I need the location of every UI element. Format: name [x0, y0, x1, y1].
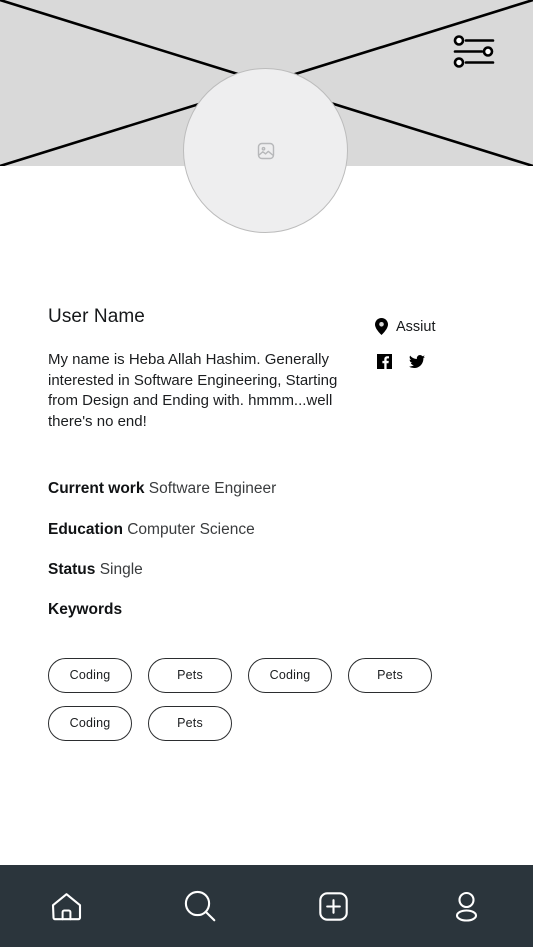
- nav-item-profile[interactable]: [400, 865, 533, 947]
- info-row: Education Computer Science: [48, 520, 485, 540]
- image-placeholder-icon: [257, 142, 274, 159]
- profile-bio: My name is Heba Allah Hashim. Generally …: [48, 351, 338, 430]
- info-row: Current work Software Engineer: [48, 479, 485, 499]
- location-label: Assiut: [396, 318, 436, 335]
- info-list: Current work Software Engineer Education…: [48, 479, 485, 619]
- profile-content: User Name My name is Heba Allah Hashim. …: [0, 305, 533, 741]
- info-label: Status: [48, 561, 96, 578]
- location: Assiut: [375, 318, 485, 335]
- avatar[interactable]: [183, 68, 348, 233]
- twitter-icon[interactable]: [409, 354, 425, 369]
- profile-screen: User Name My name is Heba Allah Hashim. …: [0, 0, 533, 947]
- settings-sliders-icon[interactable]: [453, 35, 495, 69]
- search-icon: [184, 890, 216, 922]
- profile-text-column: User Name My name is Heba Allah Hashim. …: [48, 305, 368, 432]
- keyword-chip[interactable]: Coding: [248, 657, 332, 693]
- social-links: [375, 354, 485, 369]
- keywords-heading: Keywords: [48, 600, 123, 618]
- home-icon: [52, 892, 82, 920]
- page-title: User Name: [48, 306, 145, 327]
- facebook-icon[interactable]: [377, 354, 392, 369]
- bottom-navigation: [0, 865, 533, 947]
- keyword-chip[interactable]: Coding: [48, 657, 132, 693]
- keyword-chips: Coding Pets Coding Pets Coding Pets: [48, 657, 468, 741]
- keyword-chip[interactable]: Coding: [48, 705, 132, 741]
- profile-header-row: User Name My name is Heba Allah Hashim. …: [48, 305, 485, 432]
- info-value: Single: [99, 561, 143, 578]
- location-pin-icon: [375, 318, 388, 335]
- plus-square-icon: [318, 891, 348, 921]
- keyword-chip[interactable]: Pets: [348, 657, 432, 693]
- person-icon: [455, 891, 477, 922]
- profile-meta-column: Assiut: [375, 305, 485, 369]
- nav-item-home[interactable]: [0, 865, 133, 947]
- info-label: Current work: [48, 480, 145, 497]
- info-value: Software Engineer: [148, 480, 277, 497]
- nav-item-add[interactable]: [267, 865, 400, 947]
- info-label: Education: [48, 520, 123, 538]
- keyword-chip[interactable]: Pets: [148, 657, 232, 693]
- info-value: Computer Science: [127, 520, 255, 538]
- nav-item-search[interactable]: [133, 865, 266, 947]
- keyword-chip[interactable]: Pets: [148, 705, 232, 741]
- info-row: Status Single: [48, 560, 485, 580]
